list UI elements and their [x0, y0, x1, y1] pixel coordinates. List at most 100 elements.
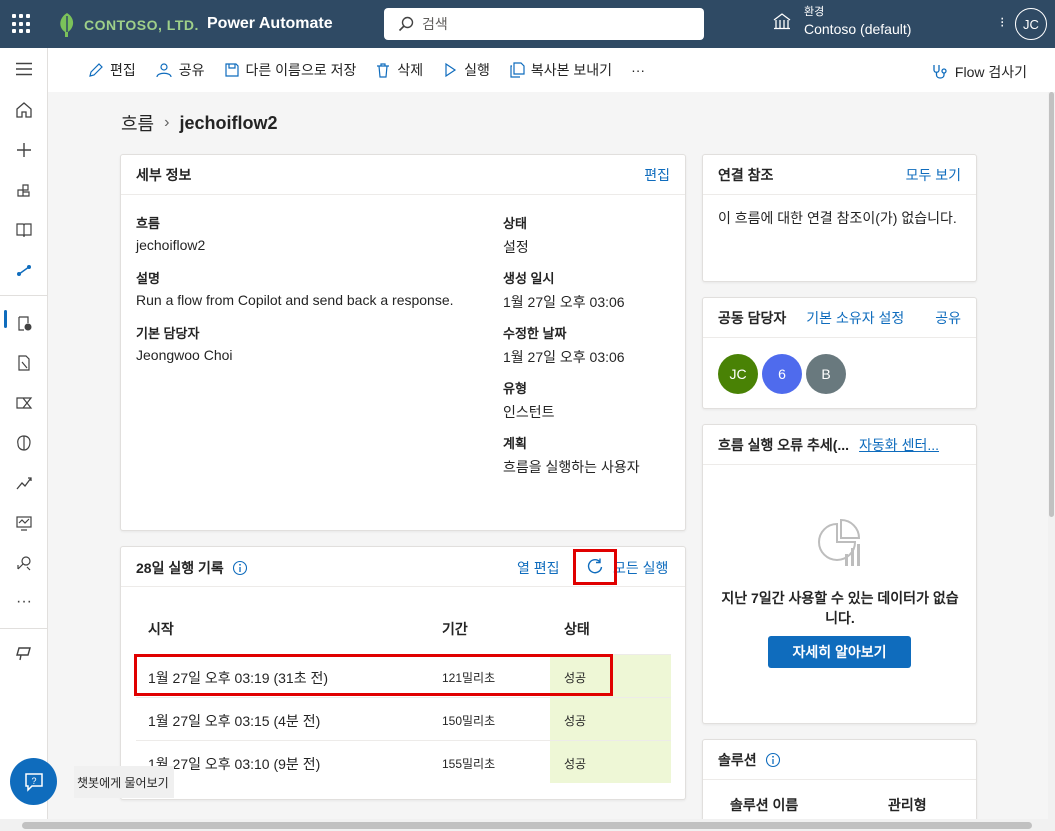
run-start[interactable]: 1월 27일 오후 03:15 (4분 전) [148, 711, 320, 731]
column-header-managed[interactable]: 관리형 [888, 795, 927, 815]
delete-button[interactable]: 삭제 [375, 60, 423, 80]
all-runs-link[interactable]: 모든 실행 [613, 558, 668, 578]
see-all-link[interactable]: 모두 보기 [906, 165, 961, 185]
hamburger-menu-icon[interactable] [13, 58, 35, 80]
edit-columns-link[interactable]: 열 편집 [517, 558, 560, 578]
environment-name: Contoso (default) [804, 21, 912, 37]
run-start[interactable]: 1월 27일 오후 03:19 (31초 전) [148, 668, 328, 688]
refresh-icon[interactable] [585, 557, 605, 577]
flow-name-label: 흐름 [136, 216, 160, 231]
user-avatar[interactable]: JC [1015, 8, 1047, 40]
flow-name-value: jechoiflow2 [136, 237, 206, 253]
type-label: 유형 [503, 381, 527, 396]
breadcrumb-root[interactable]: 흐름 [121, 110, 154, 136]
desktop-flow-activity-icon[interactable] [13, 512, 35, 534]
search-box[interactable]: 검색 [384, 8, 704, 40]
modified-label: 수정한 날짜 [503, 326, 567, 341]
horizontal-scrollbar[interactable] [0, 819, 1055, 831]
save-as-button-label: 다른 이름으로 저장 [245, 62, 357, 78]
breadcrumb-chevron-icon: › [164, 114, 170, 131]
environment-picker[interactable]: 환경 Contoso (default) [772, 4, 911, 38]
learn-more-button[interactable]: 자세히 알아보기 [768, 636, 911, 668]
column-header-status[interactable]: 상태 [564, 619, 590, 639]
ai-hub-icon[interactable] [13, 432, 35, 454]
details-edit-link[interactable]: 편집 [644, 165, 670, 185]
flow-name-field: 흐름 jechoiflow2 [136, 213, 205, 253]
avatar[interactable]: JC [718, 354, 758, 394]
no-data-message: 지난 7일간 사용할 수 있는 데이터가 없습니다. [721, 590, 959, 626]
co-owners-title: 공동 담당자 [718, 309, 787, 326]
flow-checker-button[interactable]: Flow 검사기 [931, 62, 1027, 82]
main-content: 흐름 › jechoiflow2 세부 정보 편집 흐름 jechoiflow2 설… [48, 92, 1048, 819]
monitor-icon[interactable] [13, 472, 35, 494]
chart-placeholder-icon [818, 518, 861, 566]
company-logo: CONTOSO, LTD. [56, 12, 199, 38]
info-icon[interactable] [232, 560, 248, 576]
save-icon [224, 63, 239, 77]
svg-text:?: ? [31, 776, 36, 786]
home-icon[interactable] [13, 99, 35, 121]
table-row[interactable]: 1월 27일 오후 03:15 (4분 전) 150밀리초 성공 [136, 697, 671, 740]
vertical-scrollbar[interactable] [1048, 92, 1055, 819]
column-header-start[interactable]: 시작 [148, 619, 174, 639]
save-as-button[interactable]: 다른 이름으로 저장 [224, 60, 357, 80]
column-header-solution-name[interactable]: 솔루션 이름 [730, 795, 798, 815]
left-navigation: ··· [0, 48, 48, 831]
app-name[interactable]: Power Automate [207, 15, 333, 33]
table-row[interactable]: 1월 27일 오후 03:10 (9분 전) 155밀리초 성공 [136, 740, 671, 783]
templates-icon[interactable] [13, 179, 35, 201]
process-mining-icon[interactable] [13, 392, 35, 414]
description-value: Run a flow from Copilot and send back a … [136, 292, 454, 308]
power-platform-icon[interactable] [13, 643, 35, 665]
more-commands-button[interactable]: ··· [631, 62, 645, 78]
search-icon [398, 16, 414, 32]
created-value: 1월 27일 오후 03:06 [503, 294, 625, 310]
table-row[interactable]: 1월 27일 오후 03:19 (31초 전) 121밀리초 성공 [136, 654, 671, 697]
solutions-icon[interactable] [13, 352, 35, 374]
details-card: 세부 정보 편집 흐름 jechoiflow2 설명 Run a flow from … [120, 154, 686, 531]
error-trend-card: 흐름 실행 오류 추세(... 자동화 센터... 지난 7일간 사용할 수 있는… [702, 424, 977, 724]
avatar[interactable]: 6 [762, 354, 802, 394]
run-history-title: 28일 실행 기록 [136, 560, 224, 576]
breadcrumb-current: jechoiflow2 [179, 112, 278, 133]
run-duration: 121밀리초 [442, 671, 496, 685]
description-field: 설명 Run a flow from Copilot and send back … [136, 268, 454, 308]
automation-center-link[interactable]: 자동화 센터... [859, 435, 939, 455]
share-button-label: 공유 [178, 62, 205, 78]
run-button-label: 실행 [464, 62, 490, 78]
column-header-duration[interactable]: 기간 [442, 619, 468, 639]
plan-value: 흐름을 실행하는 사용자 [503, 459, 640, 475]
command-bar: 편집 공유 다른 이름으로 저장 삭제 실행 복사본 보내기 ··· Flow … [48, 48, 1055, 92]
leaf-icon [60, 13, 74, 37]
run-duration: 150밀리초 [442, 714, 496, 728]
environment-label: 환경 [804, 6, 825, 18]
run-button[interactable]: 실행 [442, 60, 490, 80]
connection-references-title: 연결 참조 [718, 166, 774, 183]
active-nav-indicator [4, 310, 7, 328]
set-primary-owner-link[interactable]: 기본 소유자 설정 [806, 308, 904, 328]
delete-button-label: 삭제 [397, 62, 424, 78]
plan-field: 계획흐름을 실행하는 사용자 [503, 433, 640, 477]
chatbot-button[interactable]: ? [10, 758, 57, 805]
copy-icon [510, 62, 525, 78]
edit-button[interactable]: 편집 [88, 60, 136, 80]
plan-label: 계획 [503, 436, 527, 451]
connection-references-empty: 이 흐름에 대한 연결 참조이(가) 없습니다. [718, 210, 957, 226]
learn-icon[interactable] [13, 219, 35, 241]
avatar[interactable]: B [806, 354, 846, 394]
send-copy-button[interactable]: 복사본 보내기 [509, 60, 612, 80]
create-icon[interactable] [13, 139, 35, 161]
my-flows-icon[interactable] [13, 259, 35, 281]
approvals-icon[interactable] [13, 312, 35, 334]
pencil-icon [89, 63, 103, 77]
co-owners-share-link[interactable]: 공유 [935, 308, 961, 328]
connectors-icon[interactable] [13, 552, 35, 574]
more-nav-icon[interactable]: ··· [13, 591, 35, 613]
more-options-icon[interactable]: ⁝ [1000, 14, 1004, 31]
app-launcher-icon[interactable] [12, 14, 32, 34]
share-button[interactable]: 공유 [155, 60, 205, 80]
chatbot-label: 챗봇에게 물어보기 [74, 766, 174, 798]
info-icon[interactable] [765, 752, 781, 768]
owner-label: 기본 담당자 [136, 326, 200, 341]
owner-field: 기본 담당자 Jeongwoo Choi [136, 323, 233, 363]
